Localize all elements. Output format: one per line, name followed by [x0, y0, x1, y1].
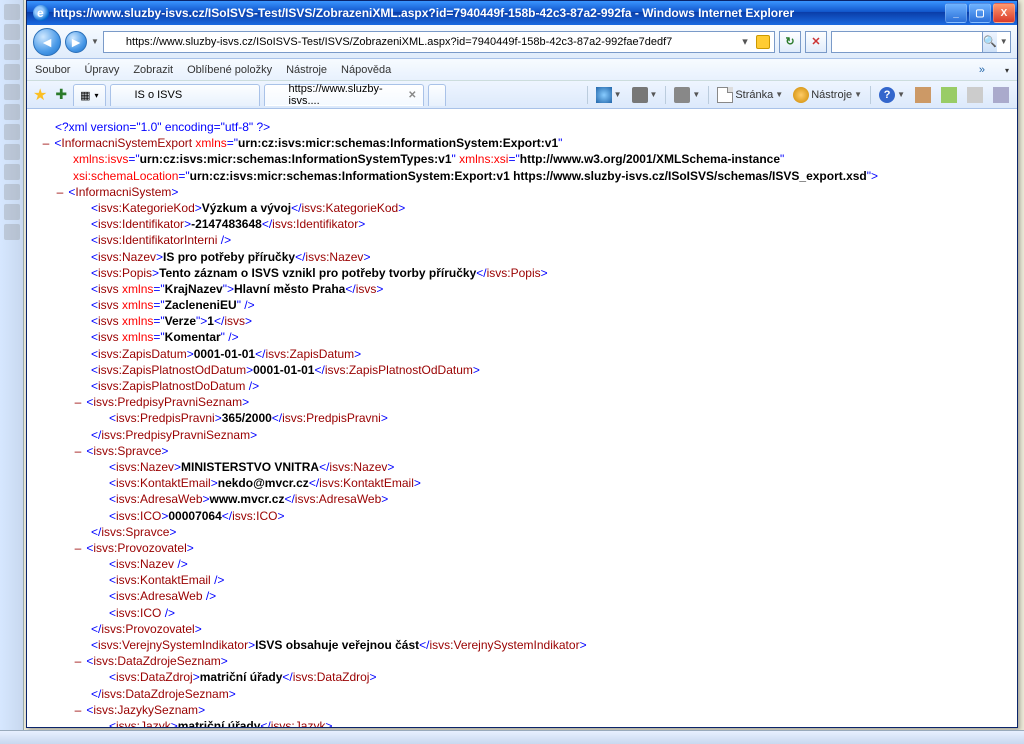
tab-2-label: https://www.sluzby-isvs....	[289, 83, 405, 107]
tab-1-label: IS o ISVS	[135, 89, 183, 101]
print-button[interactable]: ▼	[670, 85, 704, 105]
search-input[interactable]	[832, 36, 982, 48]
tab-row: ★ ✚ ▦▾ IS o ISVS https://www.sluzby-isvs…	[27, 81, 1017, 109]
menu-bar: Soubor Úpravy Zobrazit Oblíbené položky …	[27, 59, 1017, 81]
tab2-favicon	[271, 88, 285, 102]
window-titlebar[interactable]: https://www.sluzby-isvs.cz/ISoISVS-Test/…	[27, 1, 1017, 25]
extra-button-3[interactable]	[963, 85, 987, 105]
site-icon	[108, 35, 122, 49]
menu-oblibene[interactable]: Oblíbené položky	[187, 64, 272, 76]
lock-icon	[756, 35, 770, 49]
rss-button[interactable]: ▼	[628, 85, 662, 105]
address-dropdown[interactable]: ▾	[738, 35, 752, 48]
new-tab-button[interactable]	[428, 84, 446, 106]
back-button[interactable]: ◄	[33, 28, 61, 56]
search-box[interactable]: 🔍 ▼	[831, 31, 1011, 53]
refresh-button[interactable]: ↻	[779, 31, 801, 53]
navigation-row: ◄ ► ▼ https://www.sluzby-isvs.cz/ISoISVS…	[27, 25, 1017, 59]
collapse-toggle[interactable]: –	[41, 135, 51, 151]
tab-close-icon[interactable]: ✕	[408, 90, 416, 101]
home-button[interactable]: ▼	[592, 85, 626, 105]
add-favorite-icon[interactable]: ✚	[53, 86, 69, 103]
menu-nastroje[interactable]: Nástroje	[286, 64, 327, 76]
tab-1[interactable]: IS o ISVS	[110, 84, 260, 106]
ie-window: https://www.sluzby-isvs.cz/ISoISVS-Test/…	[26, 0, 1018, 728]
page-menu[interactable]: Stránka▼	[713, 85, 787, 105]
minimize-button[interactable]: _	[945, 3, 967, 23]
xml-root-open: – <InformacniSystemExport xmlns="urn:cz:…	[41, 135, 1003, 151]
search-button[interactable]: 🔍	[982, 32, 997, 52]
xml-viewer[interactable]: <?xml version="1.0" encoding="utf-8" ?> …	[27, 109, 1017, 727]
tab-2[interactable]: https://www.sluzby-isvs.... ✕	[264, 84, 424, 106]
extra-button-4[interactable]	[989, 85, 1013, 105]
xml-declaration: <?xml version="1.0" encoding="utf-8" ?>	[41, 119, 1003, 135]
nav-history-dropdown[interactable]: ▼	[91, 37, 99, 46]
menu-napoveda[interactable]: Nápověda	[341, 64, 391, 76]
address-url[interactable]: https://www.sluzby-isvs.cz/ISoISVS-Test/…	[126, 36, 734, 48]
forward-button[interactable]: ►	[65, 31, 87, 53]
help-button[interactable]: ?▼	[875, 85, 909, 105]
extra-button-1[interactable]	[911, 85, 935, 105]
menu-upravy[interactable]: Úpravy	[84, 64, 119, 76]
xml-informacnisystem: – <InformacniSystem>	[41, 184, 1003, 200]
close-button[interactable]: X	[993, 3, 1015, 23]
address-bar[interactable]: https://www.sluzby-isvs.cz/ISoISVS-Test/…	[103, 31, 775, 53]
favorites-icon[interactable]: ★	[31, 85, 49, 105]
quick-tabs-button[interactable]: ▦▾	[73, 84, 105, 106]
menu-zobrazit[interactable]: Zobrazit	[133, 64, 173, 76]
host-app-status-bar	[0, 730, 1024, 744]
tab1-favicon	[117, 88, 131, 102]
window-title: https://www.sluzby-isvs.cz/ISoISVS-Test/…	[53, 6, 945, 20]
ie-icon	[33, 5, 49, 21]
search-dropdown[interactable]: ▼	[997, 37, 1011, 46]
maximize-button[interactable]: ▢	[969, 3, 991, 23]
stop-button[interactable]: ✕	[805, 31, 827, 53]
menu-soubor[interactable]: Soubor	[35, 64, 70, 76]
host-app-left-toolbar	[0, 0, 24, 744]
menu-settings-icon[interactable]: ▾	[1005, 64, 1009, 76]
extra-button-2[interactable]	[937, 85, 961, 105]
tools-menu[interactable]: Nástroje▼	[789, 85, 866, 105]
menu-chevrons-icon[interactable]: »	[979, 64, 985, 76]
